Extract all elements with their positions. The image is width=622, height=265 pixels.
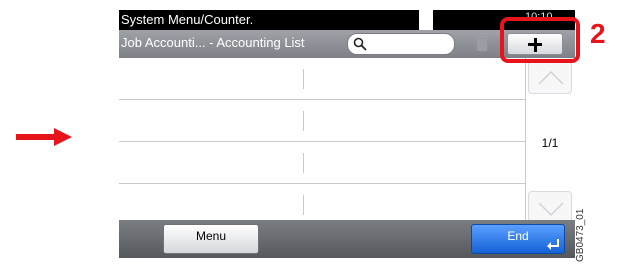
highlight-box bbox=[500, 17, 580, 63]
accounting-list bbox=[119, 58, 525, 229]
scroll-up-button[interactable] bbox=[528, 60, 572, 94]
pointer-arrow-icon bbox=[16, 128, 72, 146]
menu-button[interactable]: Menu bbox=[163, 224, 259, 254]
title-text: System Menu/Counter. bbox=[121, 12, 254, 27]
bottom-bar: Menu End bbox=[119, 220, 575, 258]
end-button[interactable]: End bbox=[471, 224, 565, 254]
breadcrumb: Job Accounti... - Accounting List bbox=[121, 35, 305, 50]
page-indicator: 1/1 bbox=[541, 136, 559, 150]
end-label: End bbox=[507, 229, 529, 243]
trash-icon[interactable] bbox=[475, 34, 489, 52]
step-number: 2 bbox=[590, 18, 606, 49]
list-item[interactable] bbox=[119, 58, 525, 100]
chevron-up-icon bbox=[538, 70, 564, 85]
search-input[interactable] bbox=[347, 33, 455, 55]
chevron-down-icon bbox=[538, 202, 564, 217]
list-item[interactable] bbox=[119, 142, 525, 184]
figure-id: GB0473_01 bbox=[575, 208, 586, 262]
search-icon bbox=[353, 37, 367, 51]
enter-icon bbox=[547, 239, 559, 250]
list-item[interactable] bbox=[119, 100, 525, 142]
scroll-panel: 1/1 bbox=[525, 58, 575, 229]
